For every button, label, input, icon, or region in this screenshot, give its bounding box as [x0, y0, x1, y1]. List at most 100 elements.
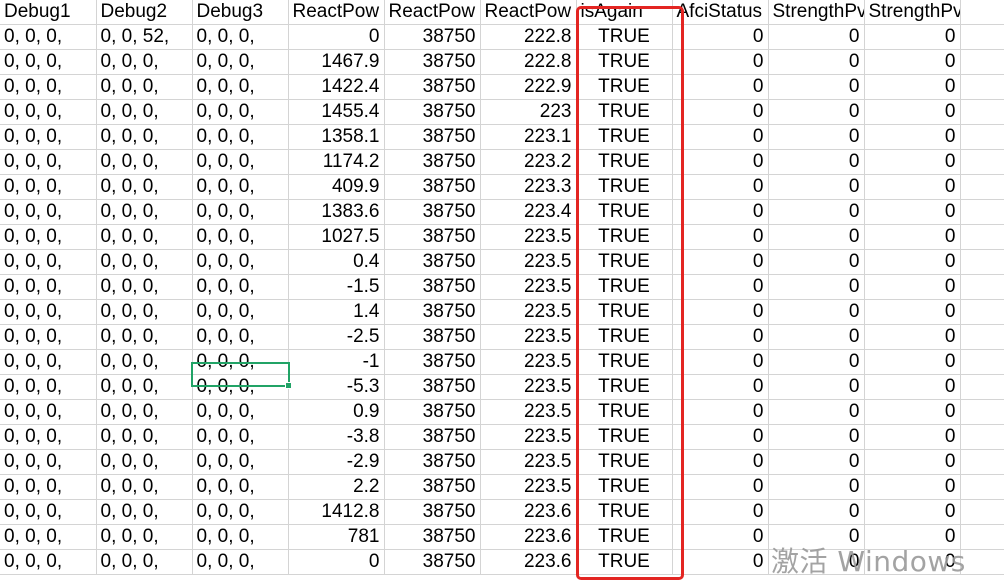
- header-cell-reactpow1[interactable]: ReactPow: [288, 0, 385, 25]
- cell-isagain[interactable]: TRUE: [576, 399, 673, 425]
- cell-debug1[interactable]: 0, 0, 0,: [0, 424, 97, 450]
- cell-isagain[interactable]: TRUE: [576, 224, 673, 250]
- cell-empty[interactable]: [960, 174, 1004, 200]
- cell-debug3[interactable]: 0, 0, 0,: [192, 49, 289, 75]
- cell-reactpow1[interactable]: -5.3: [288, 374, 385, 400]
- cell-empty[interactable]: [960, 74, 1004, 100]
- cell-afcistatus[interactable]: 0: [672, 424, 769, 450]
- header-cell-isagain[interactable]: isAgain: [576, 0, 673, 25]
- cell-debug1[interactable]: 0, 0, 0,: [0, 124, 97, 150]
- header-cell-debug3[interactable]: Debug3: [192, 0, 289, 25]
- cell-reactpow2[interactable]: 38750: [384, 224, 481, 250]
- cell-reactpow2[interactable]: 38750: [384, 399, 481, 425]
- cell-strengthpv2[interactable]: 0: [864, 549, 961, 575]
- cell-strengthpv1[interactable]: 0: [768, 49, 865, 75]
- cell-reactpow1[interactable]: -1: [288, 349, 385, 375]
- cell-reactpow2[interactable]: 38750: [384, 74, 481, 100]
- cell-debug3[interactable]: 0, 0, 0,: [192, 349, 289, 375]
- cell-reactpow3[interactable]: 223.5: [480, 274, 577, 300]
- cell-reactpow3[interactable]: 223.5: [480, 324, 577, 350]
- cell-isagain[interactable]: TRUE: [576, 49, 673, 75]
- cell-strengthpv2[interactable]: 0: [864, 199, 961, 225]
- cell-debug2[interactable]: 0, 0, 0,: [96, 124, 193, 150]
- cell-debug2[interactable]: 0, 0, 0,: [96, 199, 193, 225]
- cell-reactpow2[interactable]: 38750: [384, 499, 481, 525]
- header-cell-reactpow3[interactable]: ReactPow: [480, 0, 577, 25]
- cell-strengthpv2[interactable]: 0: [864, 524, 961, 550]
- cell-debug1[interactable]: 0, 0, 0,: [0, 549, 97, 575]
- cell-strengthpv2[interactable]: 0: [864, 224, 961, 250]
- cell-debug3[interactable]: 0, 0, 0,: [192, 399, 289, 425]
- cell-afcistatus[interactable]: 0: [672, 99, 769, 125]
- cell-reactpow2[interactable]: 38750: [384, 199, 481, 225]
- cell-strengthpv1[interactable]: 0: [768, 449, 865, 475]
- cell-debug3[interactable]: 0, 0, 0,: [192, 149, 289, 175]
- cell-debug3[interactable]: 0, 0, 0,: [192, 174, 289, 200]
- cell-debug2[interactable]: 0, 0, 0,: [96, 49, 193, 75]
- cell-debug2[interactable]: 0, 0, 52,: [96, 24, 193, 50]
- cell-debug1[interactable]: 0, 0, 0,: [0, 224, 97, 250]
- cell-reactpow3[interactable]: 223.3: [480, 174, 577, 200]
- cell-afcistatus[interactable]: 0: [672, 449, 769, 475]
- cell-reactpow2[interactable]: 38750: [384, 349, 481, 375]
- cell-reactpow1[interactable]: 1027.5: [288, 224, 385, 250]
- cell-debug2[interactable]: 0, 0, 0,: [96, 399, 193, 425]
- cell-reactpow3[interactable]: 223.5: [480, 349, 577, 375]
- cell-reactpow3[interactable]: 222.9: [480, 74, 577, 100]
- cell-empty[interactable]: [960, 524, 1004, 550]
- cell-strengthpv2[interactable]: 0: [864, 349, 961, 375]
- cell-debug1[interactable]: 0, 0, 0,: [0, 99, 97, 125]
- cell-reactpow1[interactable]: -2.5: [288, 324, 385, 350]
- cell-empty[interactable]: [960, 349, 1004, 375]
- cell-debug2[interactable]: 0, 0, 0,: [96, 449, 193, 475]
- cell-strengthpv2[interactable]: 0: [864, 474, 961, 500]
- cell-debug2[interactable]: 0, 0, 0,: [96, 499, 193, 525]
- cell-debug3[interactable]: 0, 0, 0,: [192, 549, 289, 575]
- cell-afcistatus[interactable]: 0: [672, 499, 769, 525]
- cell-reactpow1[interactable]: 0: [288, 24, 385, 50]
- cell-debug3[interactable]: 0, 0, 0,: [192, 99, 289, 125]
- cell-reactpow1[interactable]: -3.8: [288, 424, 385, 450]
- cell-debug2[interactable]: 0, 0, 0,: [96, 299, 193, 325]
- cell-afcistatus[interactable]: 0: [672, 399, 769, 425]
- cell-afcistatus[interactable]: 0: [672, 324, 769, 350]
- cell-afcistatus[interactable]: 0: [672, 474, 769, 500]
- cell-reactpow3[interactable]: 223.5: [480, 374, 577, 400]
- cell-debug1[interactable]: 0, 0, 0,: [0, 524, 97, 550]
- cell-reactpow2[interactable]: 38750: [384, 149, 481, 175]
- cell-strengthpv2[interactable]: 0: [864, 424, 961, 450]
- cell-strengthpv1[interactable]: 0: [768, 424, 865, 450]
- cell-reactpow3[interactable]: 223.5: [480, 399, 577, 425]
- cell-reactpow1[interactable]: 1422.4: [288, 74, 385, 100]
- cell-isagain[interactable]: TRUE: [576, 274, 673, 300]
- cell-reactpow3[interactable]: 223.6: [480, 524, 577, 550]
- cell-reactpow2[interactable]: 38750: [384, 549, 481, 575]
- cell-afcistatus[interactable]: 0: [672, 549, 769, 575]
- cell-debug1[interactable]: 0, 0, 0,: [0, 199, 97, 225]
- header-cell-reactpow2[interactable]: ReactPow: [384, 0, 481, 25]
- cell-reactpow1[interactable]: 1383.6: [288, 199, 385, 225]
- cell-debug3[interactable]: 0, 0, 0,: [192, 374, 289, 400]
- header-cell-debug1[interactable]: Debug1: [0, 0, 97, 25]
- cell-empty[interactable]: [960, 149, 1004, 175]
- cell-debug3[interactable]: 0, 0, 0,: [192, 249, 289, 275]
- cell-afcistatus[interactable]: 0: [672, 524, 769, 550]
- spreadsheet-grid[interactable]: Debug1 Debug2 Debug3 ReactPow ReactPow ReactP…: [0, 0, 1004, 581]
- cell-strengthpv1[interactable]: 0: [768, 99, 865, 125]
- cell-empty[interactable]: [960, 24, 1004, 50]
- cell-debug1[interactable]: 0, 0, 0,: [0, 274, 97, 300]
- cell-empty[interactable]: [960, 449, 1004, 475]
- cell-debug3[interactable]: 0, 0, 0,: [192, 299, 289, 325]
- cell-isagain[interactable]: TRUE: [576, 299, 673, 325]
- cell-empty[interactable]: [960, 549, 1004, 575]
- cell-reactpow3[interactable]: 223.5: [480, 224, 577, 250]
- cell-debug1[interactable]: 0, 0, 0,: [0, 349, 97, 375]
- cell-isagain[interactable]: TRUE: [576, 524, 673, 550]
- cell-strengthpv1[interactable]: 0: [768, 74, 865, 100]
- cell-empty[interactable]: [960, 124, 1004, 150]
- cell-reactpow3[interactable]: 222.8: [480, 24, 577, 50]
- cell-strengthpv2[interactable]: 0: [864, 24, 961, 50]
- cell-strengthpv1[interactable]: 0: [768, 149, 865, 175]
- cell-strengthpv2[interactable]: 0: [864, 99, 961, 125]
- cell-strengthpv1[interactable]: 0: [768, 174, 865, 200]
